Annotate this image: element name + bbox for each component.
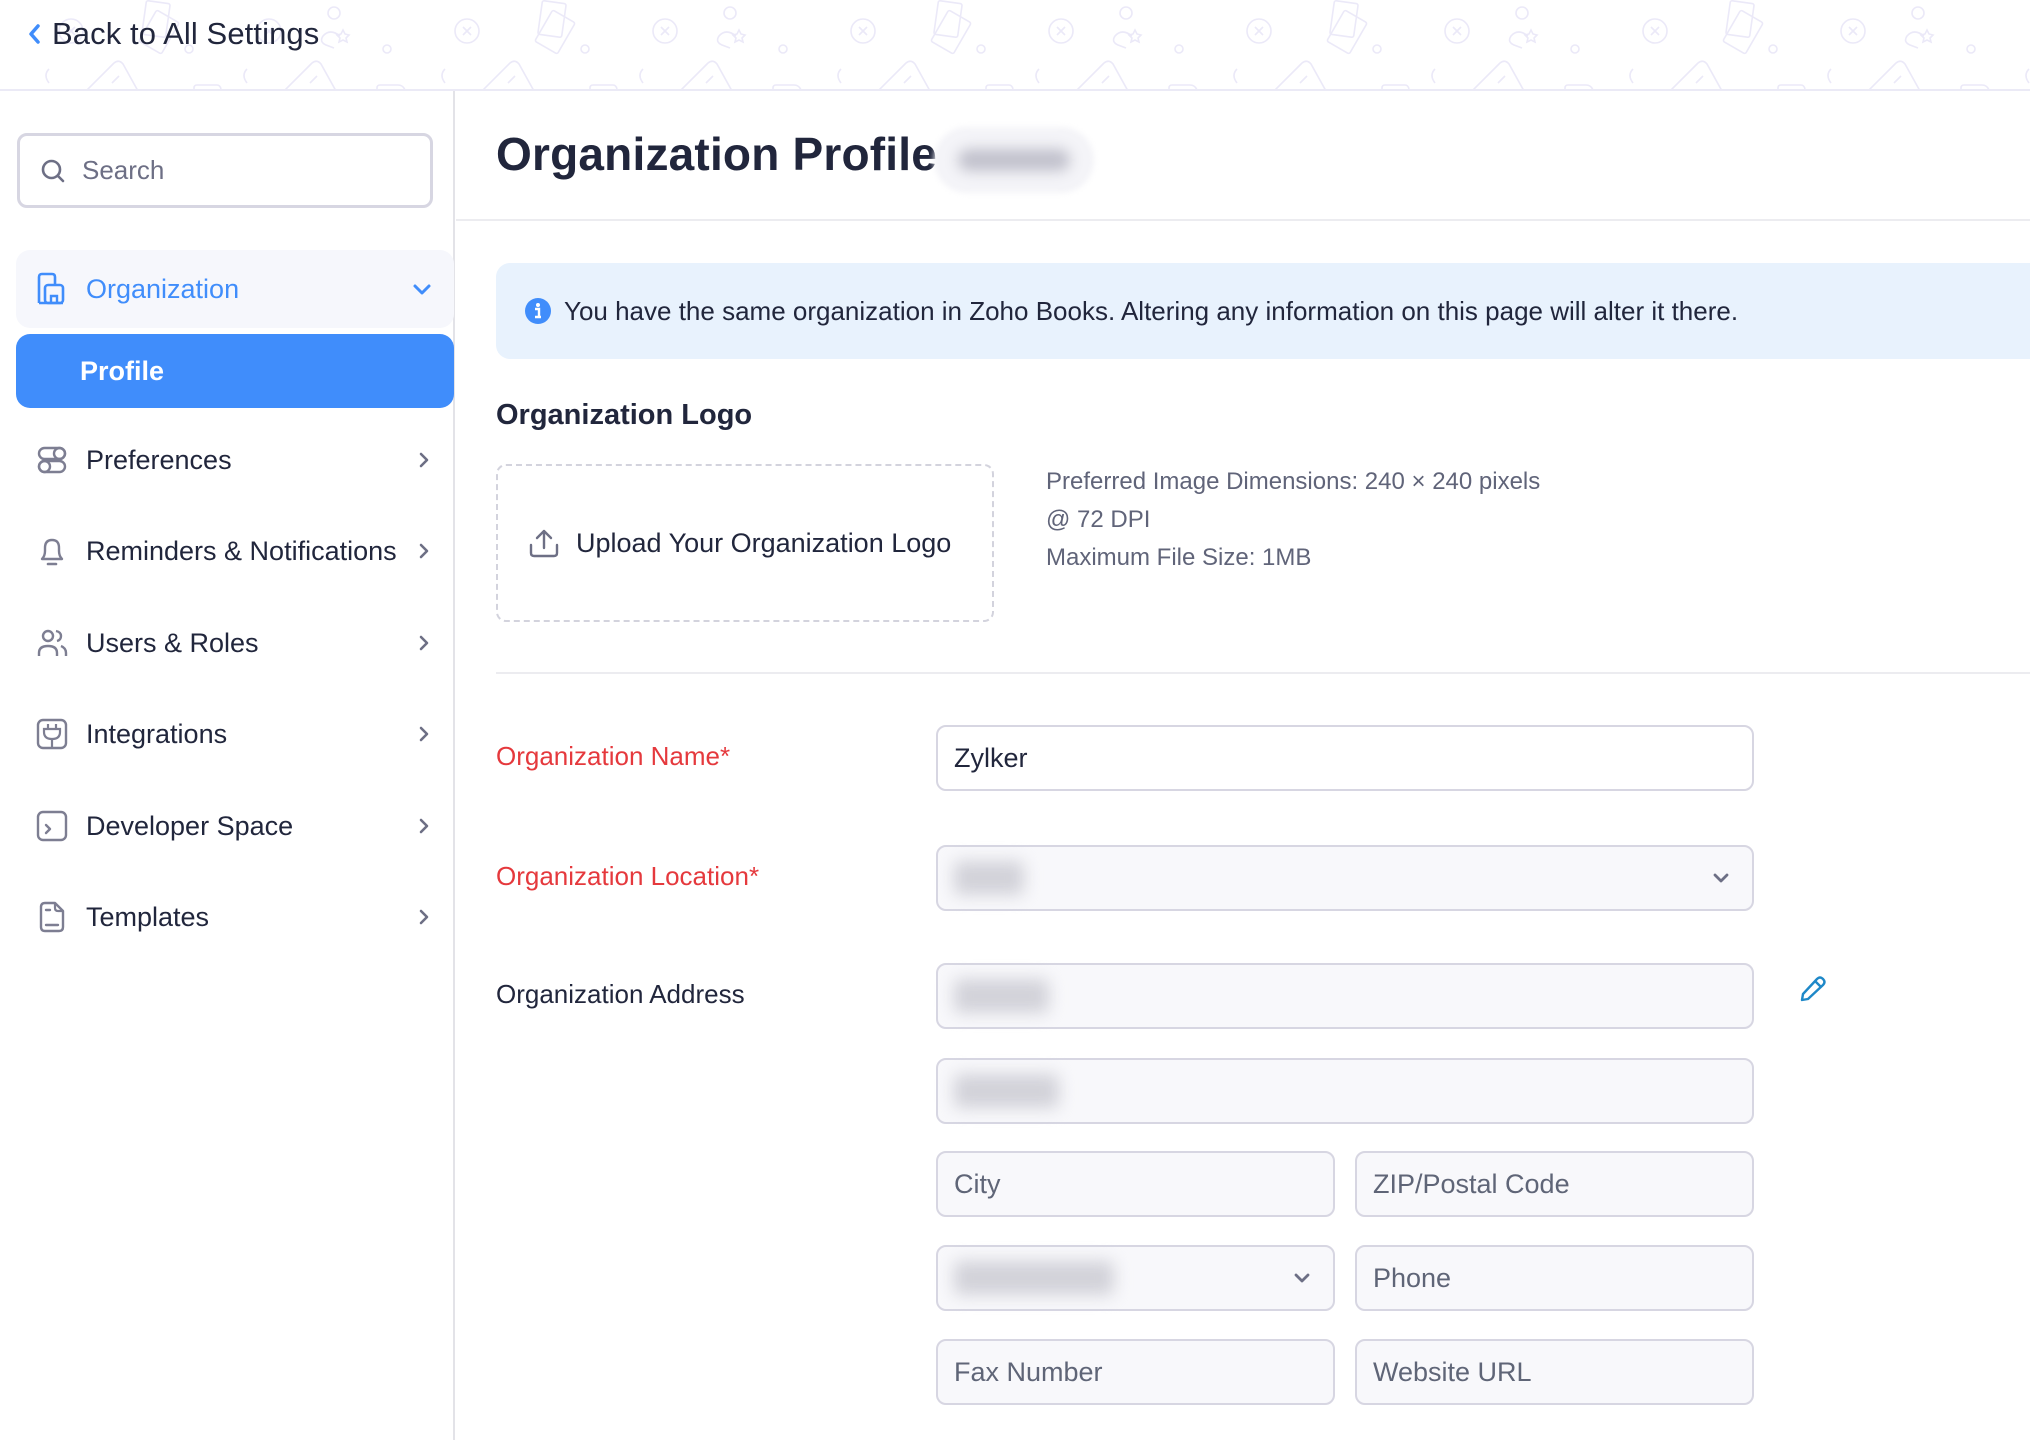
chevron-right-icon [419,726,429,742]
sidebar-item-developer-space[interactable]: Developer Space [16,796,454,856]
chevron-down-icon [1713,873,1729,883]
sidebar-item-label: Users & Roles [86,627,259,658]
chevron-right-icon [419,909,429,925]
document-icon [39,901,65,933]
logo-hints: Preferred Image Dimensions: 240 × 240 pi… [1046,463,1540,577]
building-icon [37,272,65,305]
search-input[interactable] [82,155,412,186]
state-select[interactable] [936,1245,1335,1311]
logo-hint-dimensions: Preferred Image Dimensions: 240 × 240 pi… [1046,468,1541,495]
sidebar-item-label: Developer Space [86,810,294,841]
website-input[interactable] [1373,1356,1736,1388]
info-icon [525,298,551,324]
chevron-right-icon [419,818,429,834]
street2-value-redacted [954,1074,1059,1108]
phone-input[interactable] [1373,1262,1736,1294]
sidebar-item-reminders-notifications[interactable]: Reminders & Notifications [16,521,454,581]
top-bar: Back to All Settings [0,0,2030,91]
org-location-select[interactable] [936,845,1754,911]
city-field[interactable] [936,1151,1335,1217]
users-icon [37,629,68,656]
org-name-label: Organization Name* [496,741,731,771]
chevron-right-icon [419,543,429,559]
sidebar-item-templates[interactable]: Templates [16,887,454,947]
upload-icon [529,529,559,558]
street1-value-redacted [954,979,1049,1013]
zip-field[interactable] [1355,1151,1754,1217]
upload-logo-button[interactable]: Upload Your Organization Logo [496,464,994,622]
upload-logo-label: Upload Your Organization Logo [576,527,952,558]
sidebar-item-integrations[interactable]: Integrations [16,704,454,764]
chevron-right-icon [419,635,429,651]
website-field[interactable] [1355,1339,1754,1405]
toggles-icon [37,446,67,474]
org-id-badge [934,127,1094,193]
chevron-down-icon [1294,1273,1310,1283]
sidebar-item-label: Reminders & Notifications [86,535,397,566]
pencil-icon[interactable] [1796,973,1828,1005]
org-location-label: Organization Location* [496,861,760,891]
org-location-value-redacted [954,861,1024,895]
page-header: Organization Profile [456,91,2030,221]
search-icon [41,159,65,182]
sidebar-item-label: Templates [86,901,210,932]
back-link-label: Back to All Settings [52,16,320,51]
settings-sidebar: Organization Profile Preferences Reminde… [0,91,455,1440]
street2-field[interactable] [936,1058,1754,1124]
chevron-right-icon [419,452,429,468]
zip-input[interactable] [1373,1168,1736,1200]
info-banner-text: You have the same organization in Zoho B… [564,295,1739,326]
sidebar-item-label: Profile [80,355,165,386]
back-to-all-settings-link[interactable]: Back to All Settings [26,16,319,52]
sidebar-item-label: Preferences [86,444,232,475]
sidebar-item-profile[interactable]: Profile [16,334,454,408]
sidebar-search[interactable] [17,133,433,208]
plug-icon [36,718,68,750]
section-divider [496,672,2030,674]
page-title: Organization Profile [496,128,938,180]
sidebar-item-organization[interactable]: Organization [16,250,454,328]
sidebar-item-label: Organization [86,273,240,304]
street1-field[interactable] [936,963,1754,1029]
chevron-down-icon [413,284,431,295]
org-name-field[interactable] [936,725,1754,791]
sidebar-item-preferences[interactable]: Preferences [16,430,454,490]
org-name-input[interactable] [954,742,1736,774]
terminal-icon [36,810,68,842]
logo-hint-dpi: @ 72 DPI [1046,506,1151,533]
logo-hint-filesize: Maximum File Size: 1MB [1046,544,1312,571]
bell-icon [40,538,64,566]
chevron-left-icon [29,24,40,44]
state-value-redacted [954,1261,1114,1295]
sidebar-item-label: Integrations [86,718,228,749]
fax-input[interactable] [954,1356,1317,1388]
main-content: Organization Profile You have the same o… [456,91,2030,1440]
org-address-label: Organization Address [496,979,745,1009]
phone-field[interactable] [1355,1245,1754,1311]
fax-field[interactable] [936,1339,1335,1405]
city-input[interactable] [954,1168,1317,1200]
logo-section-title: Organization Logo [496,399,753,431]
sidebar-item-users-roles[interactable]: Users & Roles [16,613,454,673]
info-banner: You have the same organization in Zoho B… [496,263,2030,359]
